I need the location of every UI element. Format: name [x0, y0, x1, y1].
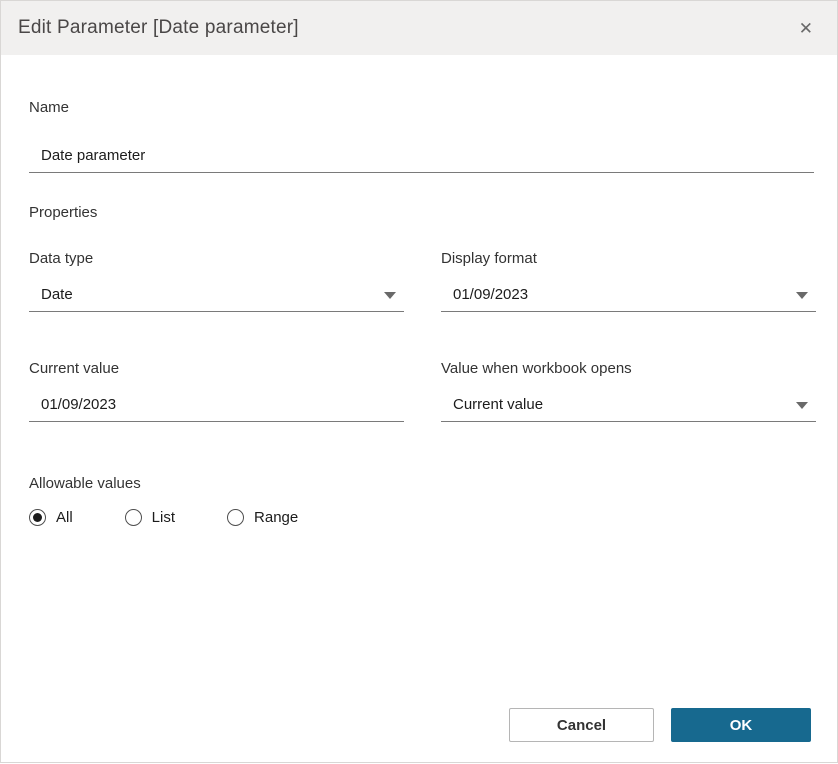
dialog-title: Edit Parameter [Date parameter]	[18, 17, 299, 38]
properties-row-1: Data type Display format Date 01/09/2023	[29, 221, 816, 312]
chevron-down-icon	[384, 292, 396, 299]
close-icon[interactable]: ✕	[795, 16, 817, 41]
current-value-label: Current value	[29, 360, 120, 377]
dialog-titlebar: Edit Parameter [Date parameter] ✕	[1, 1, 837, 55]
chevron-down-icon	[796, 402, 808, 409]
current-value-value: 01/09/2023	[41, 396, 117, 413]
name-label: Name	[29, 99, 70, 116]
value-when-workbook-opens-label: Value when workbook opens	[441, 360, 632, 377]
data-type-dropdown[interactable]: Date	[29, 286, 404, 312]
allowable-values-label: Allowable values	[29, 475, 141, 492]
value-when-workbook-opens-dropdown[interactable]: Current value	[441, 396, 816, 422]
allowable-values-radio-group: All List Range	[29, 509, 814, 526]
radio-all[interactable]: All	[29, 509, 73, 526]
chevron-down-icon	[796, 292, 808, 299]
ok-button[interactable]: OK	[671, 708, 811, 742]
display-format-dropdown[interactable]: 01/09/2023	[441, 286, 816, 312]
name-value: Date parameter	[41, 147, 146, 164]
value-when-workbook-opens-value: Current value	[453, 396, 544, 413]
radio-icon	[124, 509, 142, 526]
radio-icon	[227, 509, 245, 526]
radio-list[interactable]: List	[124, 509, 176, 526]
name-input[interactable]: Date parameter	[29, 147, 814, 173]
current-value-input[interactable]: 01/09/2023	[29, 396, 404, 422]
dialog-body: Name Date parameter Properties Data type…	[1, 55, 837, 764]
data-type-label: Data type	[29, 250, 94, 267]
properties-row-2: Current value Value when workbook opens …	[29, 312, 816, 422]
data-type-value: Date	[41, 286, 73, 303]
properties-heading: Properties	[29, 204, 98, 221]
radio-icon	[29, 509, 46, 526]
radio-range-label: Range	[254, 509, 299, 526]
display-format-value: 01/09/2023	[453, 286, 529, 303]
dialog-footer: Cancel OK	[509, 708, 811, 742]
edit-parameter-dialog: Edit Parameter [Date parameter] ✕ Name D…	[1, 1, 837, 762]
cancel-button[interactable]: Cancel	[509, 708, 654, 742]
display-format-label: Display format	[441, 250, 537, 267]
radio-all-label: All	[56, 509, 73, 526]
radio-range[interactable]: Range	[227, 509, 298, 526]
radio-list-label: List	[151, 509, 176, 526]
